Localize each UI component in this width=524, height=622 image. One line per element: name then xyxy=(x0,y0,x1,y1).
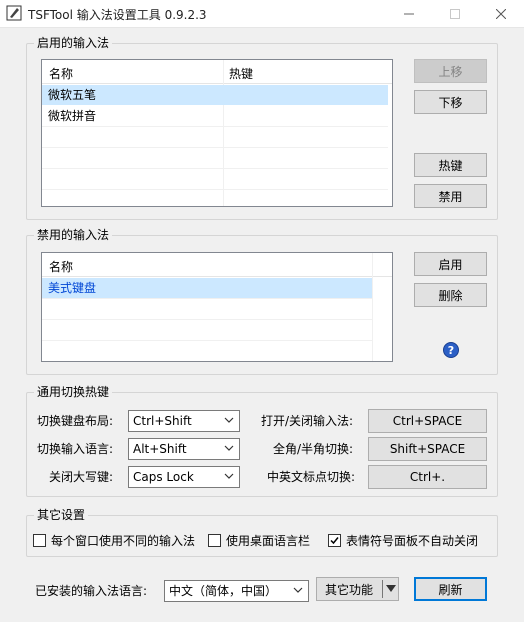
list-item[interactable]: 微软五笔 xyxy=(42,85,388,105)
other-functions-button[interactable]: 其它功能 xyxy=(316,577,399,601)
title-bar: TSFTool 输入法设置工具 0.9.2.3 xyxy=(0,0,524,28)
disabled-ime-group-title: 禁用的输入法 xyxy=(34,228,113,242)
other-settings-group-title: 其它设置 xyxy=(34,508,89,522)
list-item-name: 微软拼音 xyxy=(48,109,97,123)
chevron-down-icon xyxy=(224,473,234,479)
list-item-name: 美式键盘 xyxy=(48,281,97,295)
desktop-language-bar-label: 使用桌面语言栏 xyxy=(226,534,311,548)
emoji-panel-label: 表情符号面板不自动关闭 xyxy=(346,534,479,548)
minimize-icon xyxy=(404,13,414,15)
switch-layout-value: Ctrl+Shift xyxy=(133,414,192,428)
list-item[interactable]: 微软拼音 xyxy=(42,106,388,126)
column-header-hotkey[interactable]: 热键 xyxy=(229,65,253,82)
punct-label: 中英文标点切换: xyxy=(267,470,356,484)
grid-line xyxy=(42,189,388,190)
maximize-icon xyxy=(450,9,460,19)
punct-hotkey-button[interactable]: Ctrl+. xyxy=(368,465,487,489)
caps-off-value: Caps Lock xyxy=(133,470,194,484)
minimize-button[interactable] xyxy=(386,0,432,28)
enabled-ime-list[interactable]: 名称 热键 微软五笔 微软拼音 xyxy=(41,59,393,207)
desktop-language-bar-checkbox[interactable]: 使用桌面语言栏 xyxy=(208,532,310,549)
per-window-ime-checkbox[interactable]: 每个窗口使用不同的输入法 xyxy=(33,532,195,549)
enable-button[interactable]: 启用 xyxy=(414,252,487,276)
list-item[interactable]: 美式键盘 xyxy=(42,278,372,298)
caps-off-label: 关闭大写键: xyxy=(49,470,114,484)
switch-language-select[interactable]: Alt+Shift xyxy=(128,438,240,460)
disabled-ime-list[interactable]: 名称 美式键盘 xyxy=(41,252,393,362)
column-separator xyxy=(223,60,224,206)
close-button[interactable] xyxy=(478,0,524,28)
app-icon xyxy=(6,5,22,21)
enabled-ime-group-title: 启用的输入法 xyxy=(34,36,113,50)
column-header-name[interactable]: 名称 xyxy=(49,65,73,82)
grid-line xyxy=(42,340,372,341)
other-functions-label: 其它功能 xyxy=(325,582,374,597)
switch-language-value: Alt+Shift xyxy=(133,442,187,456)
move-up-button[interactable]: 上移 xyxy=(414,59,487,83)
delete-button[interactable]: 删除 xyxy=(414,283,487,307)
grid-line xyxy=(42,168,388,169)
emoji-panel-checkbox[interactable]: 表情符号面板不自动关闭 xyxy=(328,532,478,549)
installed-language-value: 中文（简体，中国） xyxy=(169,584,278,598)
full-half-label: 全角/半角切换: xyxy=(273,442,354,456)
checkmark-icon xyxy=(330,537,339,545)
toggle-ime-label: 打开/关闭输入法: xyxy=(261,414,354,428)
grid-line xyxy=(42,147,388,148)
hotkey-button[interactable]: 热键 xyxy=(414,153,487,177)
dropdown-arrow-icon xyxy=(386,585,396,592)
close-icon xyxy=(496,9,506,19)
chevron-down-icon xyxy=(293,587,303,593)
window-title: TSFTool 输入法设置工具 0.9.2.3 xyxy=(28,8,207,22)
disabled-ime-list-header: 名称 xyxy=(42,253,392,277)
checkbox-box xyxy=(33,534,46,547)
maximize-button[interactable] xyxy=(432,0,478,28)
refresh-button[interactable]: 刷新 xyxy=(414,577,487,601)
help-icon[interactable]: ? xyxy=(443,342,459,358)
switch-language-label: 切换输入语言: xyxy=(37,442,114,456)
hotkeys-group-title: 通用切换热键 xyxy=(34,385,113,399)
column-separator xyxy=(372,253,373,361)
full-half-hotkey-button[interactable]: Shift+SPACE xyxy=(368,437,487,461)
list-item-name: 微软五笔 xyxy=(48,88,97,102)
switch-layout-select[interactable]: Ctrl+Shift xyxy=(128,410,240,432)
grid-line xyxy=(42,126,388,127)
chevron-down-icon xyxy=(224,417,234,423)
enabled-ime-list-header: 名称 热键 xyxy=(42,60,392,84)
toggle-ime-hotkey-button[interactable]: Ctrl+SPACE xyxy=(368,409,487,433)
checkbox-box xyxy=(208,534,221,547)
per-window-ime-label: 每个窗口使用不同的输入法 xyxy=(51,534,196,548)
grid-line xyxy=(42,298,372,299)
switch-layout-label: 切换键盘布局: xyxy=(37,414,114,428)
move-down-button[interactable]: 下移 xyxy=(414,90,487,114)
column-header-name[interactable]: 名称 xyxy=(49,258,73,275)
disable-button[interactable]: 禁用 xyxy=(414,184,487,208)
caps-off-select[interactable]: Caps Lock xyxy=(128,466,240,488)
checkbox-box xyxy=(328,534,341,547)
installed-languages-label: 已安装的输入法语言: xyxy=(35,584,148,598)
split-divider xyxy=(382,580,383,598)
grid-line xyxy=(42,319,372,320)
installed-language-select[interactable]: 中文（简体，中国） xyxy=(164,580,309,602)
chevron-down-icon xyxy=(224,445,234,451)
